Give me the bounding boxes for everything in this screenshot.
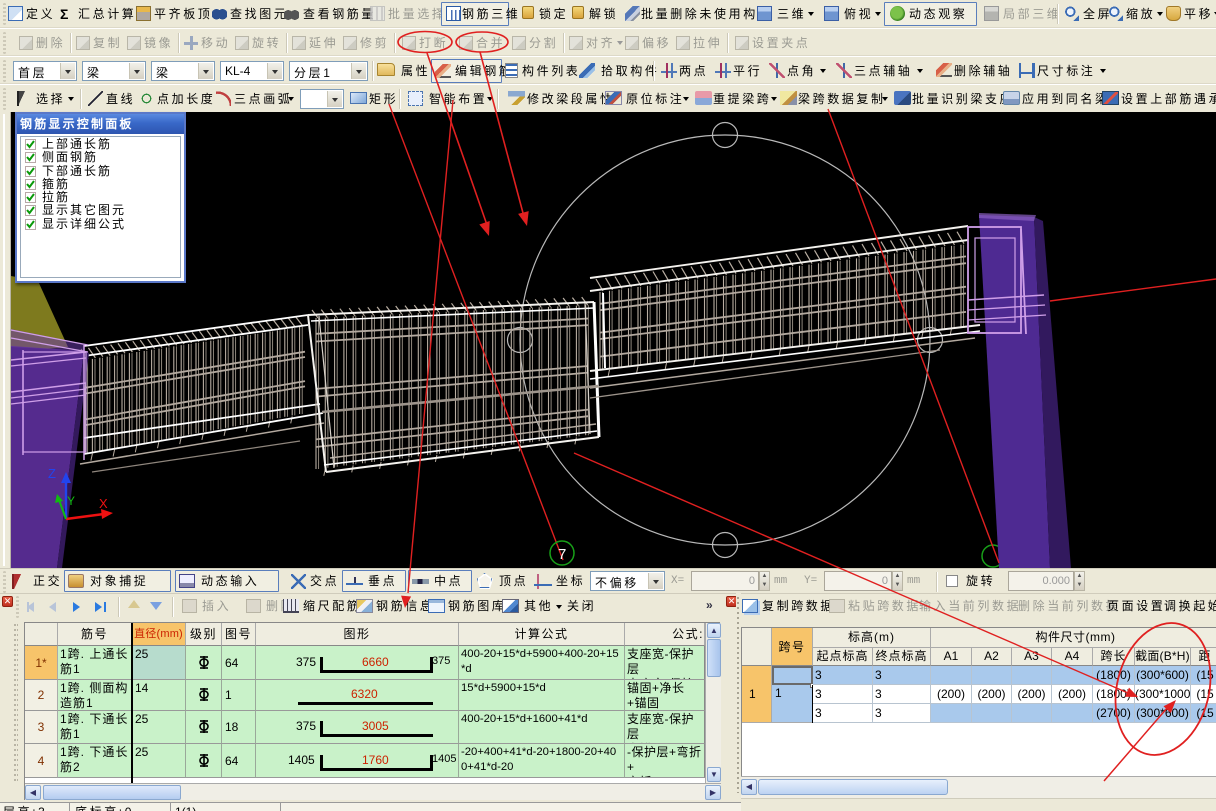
- svg-text:Z: Z: [48, 466, 56, 481]
- svg-text:X: X: [99, 496, 108, 511]
- svg-text:Y: Y: [67, 494, 75, 508]
